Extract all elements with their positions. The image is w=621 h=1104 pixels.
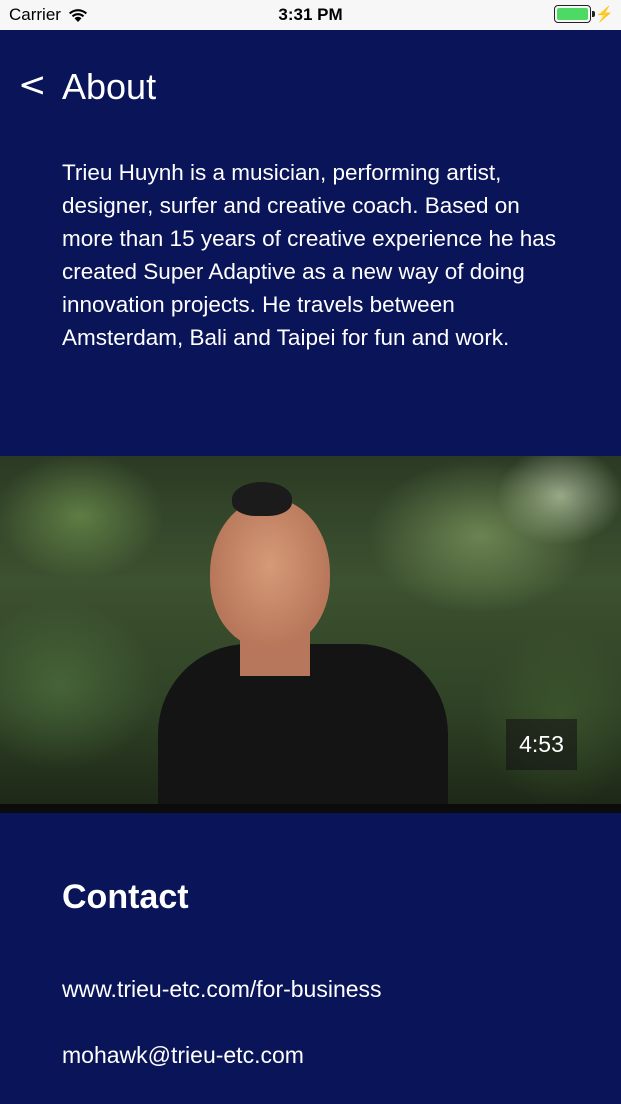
video-thumbnail-person-head [210, 498, 330, 648]
status-bar: Carrier 3:31 PM ⚡ [0, 0, 621, 30]
battery-icon [554, 5, 596, 23]
navigation-bar: < About [0, 30, 621, 142]
video-thumbnail-person-hair [232, 482, 292, 516]
status-time: 3:31 PM [278, 5, 343, 24]
website-link[interactable]: www.trieu-etc.com/for-business [62, 976, 382, 1003]
video-bottom-bar [0, 804, 621, 813]
battery-fill [557, 8, 589, 20]
battery-group: ⚡ [554, 5, 614, 23]
video-duration-badge: 4:53 [506, 719, 577, 770]
contact-heading: Contact [62, 878, 189, 916]
back-button[interactable]: < [18, 68, 47, 102]
bio-text: Trieu Huynh is a musician, performing ar… [62, 160, 557, 350]
bolt-icon: ⚡ [595, 5, 614, 23]
page-title: About [62, 66, 157, 107]
video-player[interactable]: 4:53 [0, 456, 621, 813]
email-link[interactable]: mohawk@trieu-etc.com [62, 1042, 304, 1069]
